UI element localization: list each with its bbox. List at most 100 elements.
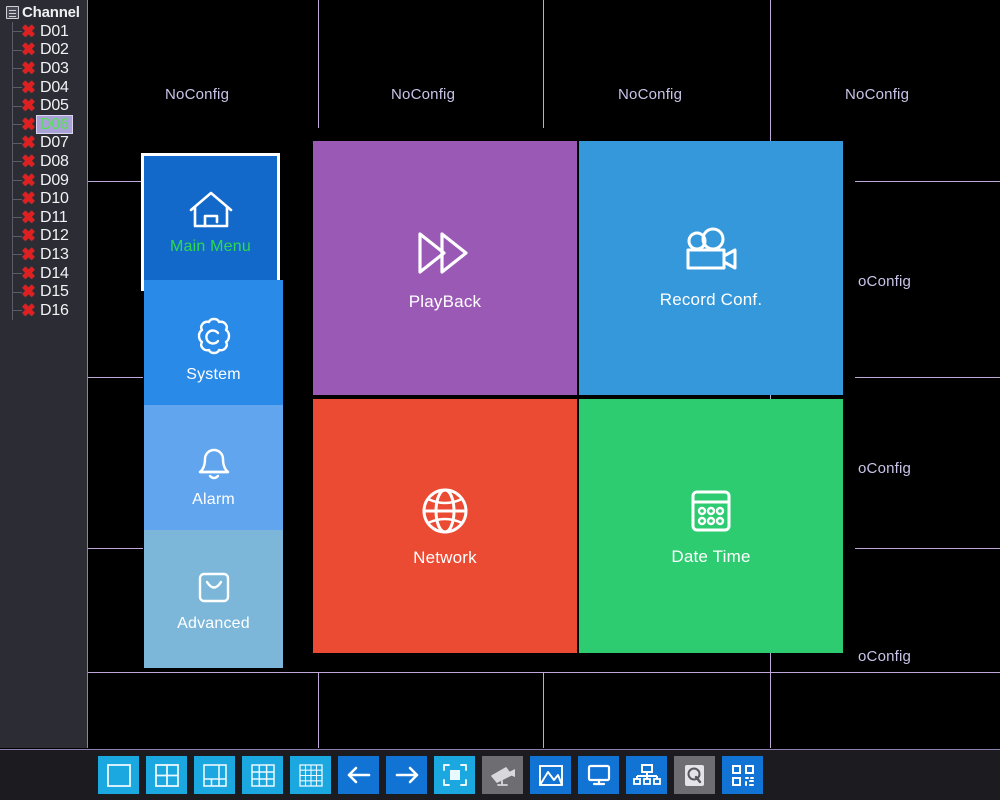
channel-name-label: D10	[40, 190, 69, 208]
red-x-icon: ✖	[21, 114, 36, 134]
red-x-icon: ✖	[21, 244, 36, 264]
tree-branch-line	[12, 245, 22, 264]
channel-row[interactable]: ✖ D10	[0, 189, 87, 208]
layout-4-icon	[154, 763, 179, 787]
arrow-right-icon	[395, 766, 418, 784]
channel-row[interactable]: ✖ D02	[0, 40, 87, 60]
channel-name-label: D01	[40, 22, 69, 40]
wall-row-divider	[88, 377, 143, 378]
feature-tile-label: Record Conf.	[659, 290, 763, 309]
wall-row-divider	[88, 181, 143, 182]
channel-row[interactable]: ✖ D16	[0, 300, 87, 320]
bell-icon	[198, 448, 229, 480]
tree-branch-line	[12, 300, 22, 320]
channel-row[interactable]: ✖ D07	[0, 133, 87, 153]
home-icon	[189, 191, 232, 228]
wall-cell-status: NoConfig	[391, 86, 456, 103]
red-x-icon: ✖	[21, 189, 36, 209]
feature-tile-playback[interactable]: PlayBack	[313, 141, 577, 395]
channel-name-label: D03	[40, 59, 69, 77]
channel-row[interactable]: ✖ D08	[0, 152, 87, 171]
video-camera-icon	[686, 227, 737, 270]
image-color-button[interactable]	[530, 756, 571, 794]
wall-column-divider	[318, 0, 319, 128]
wall-cell-status: oConfig	[858, 648, 912, 665]
quad-view-button[interactable]	[146, 756, 187, 794]
feature-tile-record-conf[interactable]: Record Conf.	[579, 141, 843, 395]
channel-name-label: D06	[36, 114, 73, 134]
red-x-icon: ✖	[21, 170, 36, 190]
channel-row[interactable]: ✖ D01	[0, 22, 87, 41]
red-x-icon: ✖	[21, 58, 36, 78]
next-page-button[interactable]	[386, 756, 427, 794]
channel-name-label: D09	[40, 171, 69, 189]
channel-name-label: D15	[40, 283, 69, 301]
wall-row-divider	[855, 181, 1000, 182]
fullscreen-select-button[interactable]	[434, 756, 475, 794]
nine-view-button[interactable]	[242, 756, 283, 794]
menu-tile-system[interactable]: System	[144, 280, 283, 418]
channel-row[interactable]: ✖ D15	[0, 282, 87, 301]
feature-tile-label: PlayBack	[408, 292, 482, 311]
tree-branch-line	[12, 207, 22, 227]
menu-tile-label: Advanced	[177, 615, 250, 632]
red-x-icon: ✖	[21, 40, 36, 60]
calendar-icon	[691, 490, 731, 532]
channel-list[interactable]: ✖ D01 ✖ D02 ✖ D03 ✖ D04 ✖ D05 ✖ D06 ✖ D07 ✖ D08 ✖ D09 ✖ D10…	[0, 22, 87, 320]
channel-row[interactable]: ✖ D11	[0, 207, 87, 227]
menu-tile-label: Alarm	[192, 491, 235, 508]
channel-name-label: D13	[40, 245, 69, 263]
nvr-live-view-screen: NoConfig NoConfig NoConfig NoConfig oCon…	[0, 0, 1000, 800]
channel-name-label: D08	[40, 152, 69, 170]
monitor-icon	[587, 764, 610, 785]
channel-name-label: D12	[40, 227, 69, 245]
wall-row-divider	[855, 377, 1000, 378]
picture-adjust-icon	[538, 764, 563, 786]
sixteen-view-button[interactable]	[290, 756, 331, 794]
ptz-control-button[interactable]	[482, 756, 523, 794]
hard-disk-icon	[685, 764, 704, 786]
channel-row[interactable]: ✖ D06	[0, 114, 87, 134]
channel-row[interactable]: ✖ D09	[0, 170, 87, 190]
previous-page-button[interactable]	[338, 756, 379, 794]
channel-row[interactable]: ✖ D05	[0, 96, 87, 115]
menu-tile-alarm[interactable]: Alarm	[144, 405, 283, 543]
channel-name-label: D05	[40, 97, 69, 115]
tree-branch-line	[12, 77, 22, 97]
network-status-button[interactable]	[626, 756, 667, 794]
hdd-info-button[interactable]	[674, 756, 715, 794]
channel-list-title: Channel	[22, 3, 80, 21]
channel-row[interactable]: ✖ D03	[0, 59, 87, 78]
red-x-icon: ✖	[21, 77, 36, 97]
feature-tile-date-time[interactable]: Date Time	[579, 399, 843, 653]
channel-row[interactable]: ✖ D04	[0, 77, 87, 97]
tree-branch-line	[12, 40, 22, 60]
feature-tile-label: Date Time	[671, 547, 751, 566]
channel-name-label: D04	[40, 78, 69, 96]
menu-tile-advanced[interactable]: Advanced	[144, 530, 283, 668]
display-output-button[interactable]	[578, 756, 619, 794]
wall-row-divider	[855, 548, 1000, 549]
wall-cell-status: NoConfig	[618, 86, 683, 103]
red-x-icon: ✖	[21, 133, 36, 153]
menu-tile-label: Main Menu	[170, 238, 251, 255]
tree-branch-line	[12, 226, 22, 246]
channel-name-label: D02	[40, 41, 69, 59]
channel-name-label: D14	[40, 264, 69, 282]
bottom-toolbar	[0, 749, 1000, 800]
menu-tile-main-menu[interactable]: Main Menu	[141, 153, 280, 291]
single-view-button[interactable]	[98, 756, 139, 794]
six-view-button[interactable]	[194, 756, 235, 794]
channel-row[interactable]: ✖ D13	[0, 245, 87, 264]
layout-9-icon	[250, 763, 275, 787]
fullscreen-icon	[442, 764, 467, 786]
channel-row[interactable]: ✖ D14	[0, 263, 87, 283]
feature-tile-network[interactable]: Network	[313, 399, 577, 653]
tree-branch-line	[12, 170, 22, 190]
tree-branch-line	[12, 22, 22, 41]
channel-row[interactable]: ✖ D12	[0, 226, 87, 246]
tree-branch-line	[12, 152, 22, 171]
qr-code-button[interactable]	[722, 756, 763, 794]
wall-row-divider	[88, 548, 143, 549]
tree-branch-line	[12, 114, 22, 134]
